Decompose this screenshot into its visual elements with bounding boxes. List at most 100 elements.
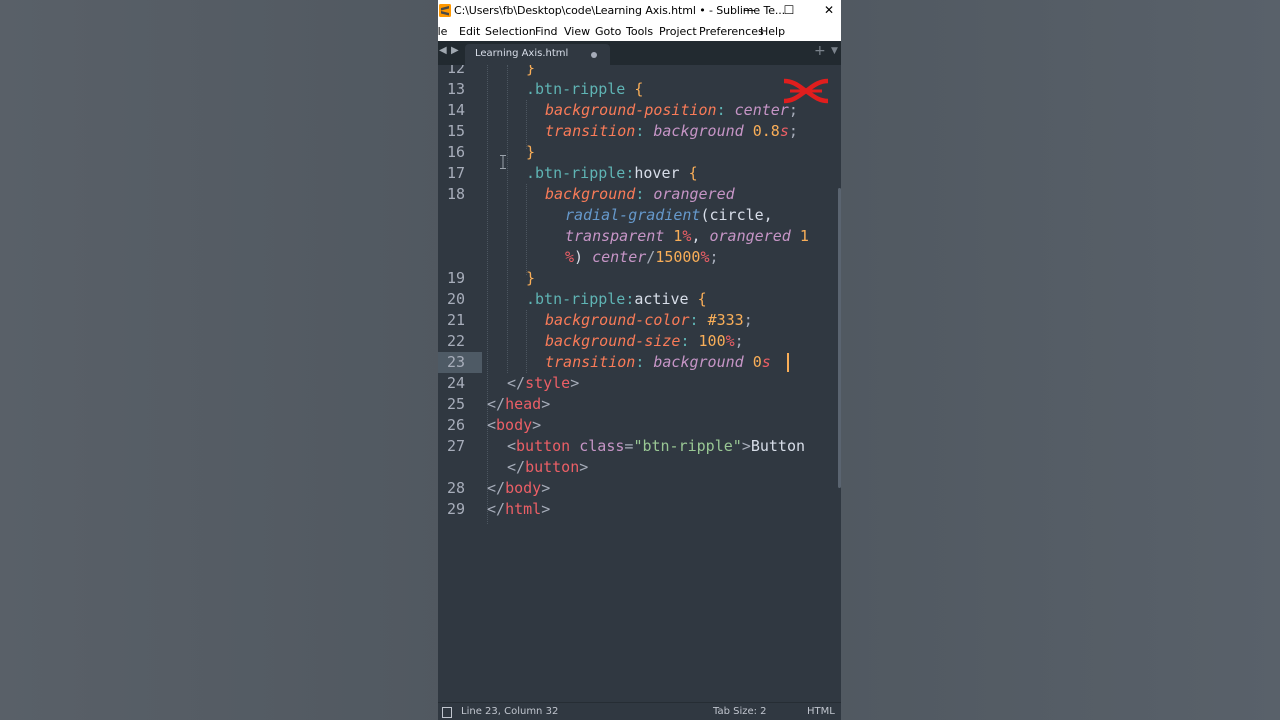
code-token: transparent: [565, 227, 665, 245]
code-token: :: [680, 332, 690, 350]
code-token: transition: [545, 353, 636, 371]
minimize-button[interactable]: —: [730, 0, 768, 22]
tab-learning-axis[interactable]: Learning Axis.html: [465, 44, 610, 65]
code-token: hover: [634, 164, 689, 182]
code-token: >: [579, 458, 589, 476]
line-number: 23: [446, 353, 465, 371]
code-line: <body>: [487, 415, 541, 436]
code-token: :: [635, 122, 645, 140]
code-line: %) center/15000%;: [565, 247, 719, 268]
close-button[interactable]: ✕: [810, 0, 841, 22]
code-token: </: [507, 458, 526, 476]
menu-project[interactable]: Project: [659, 25, 697, 38]
code-token: 100: [698, 332, 726, 350]
line-number: 13: [446, 80, 465, 98]
panel-toggle-icon[interactable]: [442, 707, 452, 718]
code-line: }: [526, 65, 535, 79]
code-token: background-color: [545, 311, 690, 329]
code-token: .btn-ripple: [526, 164, 626, 182]
code-token: </: [487, 395, 506, 413]
menu-find[interactable]: Find: [535, 25, 558, 38]
line-number: 26: [446, 416, 465, 434]
code-token: <: [507, 437, 517, 455]
code-line: radial-gradient(circle,: [565, 205, 773, 226]
code-line: transparent 1%, orangered 1: [565, 226, 809, 247]
menu-edit[interactable]: Edit: [459, 25, 480, 38]
code-token: html: [505, 500, 542, 518]
code-token: %: [565, 248, 575, 266]
code-line: background-color: #333;: [545, 310, 753, 331]
code-token: ): [574, 248, 593, 266]
indent-guide: [526, 184, 527, 275]
code-token: </: [507, 374, 526, 392]
tab-label: Learning Axis.html: [475, 48, 569, 59]
menu-goto[interactable]: Goto: [595, 25, 621, 38]
menu-tools[interactable]: Tools: [626, 25, 653, 38]
line-number: [438, 205, 465, 226]
code-token: ;: [709, 248, 719, 266]
code-token: :: [716, 101, 726, 119]
menu-file[interactable]: File: [438, 25, 447, 38]
code-line: </html>: [487, 499, 550, 520]
unsaved-dot-icon[interactable]: [591, 52, 597, 58]
code-token: {: [697, 290, 707, 308]
code-line: </style>: [507, 373, 579, 394]
code-token: class: [579, 437, 625, 455]
line-number: 25: [446, 395, 465, 413]
sublime-app-icon: [439, 4, 451, 17]
new-tab-icon[interactable]: +: [814, 43, 826, 59]
code-token: 0: [752, 353, 762, 371]
line-number: 29: [446, 500, 465, 518]
tab-overflow-icon[interactable]: ▼: [831, 46, 838, 56]
menu-help[interactable]: Help: [760, 25, 785, 38]
code-editor[interactable]: 12 13 14 15 16 17 18 19 20 21 22 23 24 25 26 27 28 29} .bt…: [438, 65, 841, 698]
cursor-position: Line 23, Column 32: [461, 706, 559, 717]
line-number: 18: [446, 185, 465, 203]
code-token: head: [505, 395, 542, 413]
line-number: 17: [446, 164, 465, 182]
menu-view[interactable]: View: [564, 25, 590, 38]
code-token: .btn-ripple: [526, 290, 626, 308]
syntax-mode[interactable]: HTML: [807, 706, 835, 717]
tab-nav-left-icon[interactable]: ◀: [439, 45, 447, 56]
code-token: background-size: [545, 332, 681, 350]
code-token: }: [526, 143, 536, 161]
code-token: 1: [799, 227, 809, 245]
code-line: background-size: 100%;: [545, 331, 744, 352]
code-token: body: [505, 479, 542, 497]
menu-selection[interactable]: Selection: [485, 25, 536, 38]
line-number: [438, 247, 465, 268]
code-token: }: [526, 65, 536, 77]
line-number: 27: [446, 437, 465, 455]
code-token: ;: [734, 332, 744, 350]
code-line: .btn-ripple {: [526, 79, 643, 100]
code-token: background: [653, 353, 744, 371]
tab-nav-right-icon[interactable]: ▶: [451, 45, 459, 56]
code-line: transition: background 0s: [545, 352, 771, 373]
tab-size[interactable]: Tab Size: 2: [713, 706, 767, 717]
code-token: orangered: [653, 185, 735, 203]
code-line: </button>: [507, 457, 588, 478]
indent-guide: [507, 65, 508, 373]
vertical-scrollbar[interactable]: [838, 188, 841, 488]
code-token: active: [634, 290, 698, 308]
title-bar[interactable]: C:\Users\fb\Desktop\code\Learning Axis.h…: [438, 0, 841, 22]
text-caret: [787, 353, 789, 372]
indent-guide: [526, 310, 527, 373]
code-token: >: [741, 437, 751, 455]
menu-preferences[interactable]: Preferences: [699, 25, 764, 38]
maximize-button[interactable]: ☐: [770, 0, 808, 22]
tab-bar: ◀ ▶ Learning Axis.html + ▼: [438, 41, 841, 65]
code-token: "btn-ripple": [633, 437, 742, 455]
code-token: >: [570, 374, 580, 392]
code-token: s: [761, 353, 771, 371]
code-line: </head>: [487, 394, 550, 415]
menu-bar: File Edit Selection Find View Goto Tools…: [438, 22, 841, 41]
code-token: background: [545, 185, 636, 203]
line-number: 22: [446, 332, 465, 350]
code-line: background-position: center;: [545, 100, 798, 121]
